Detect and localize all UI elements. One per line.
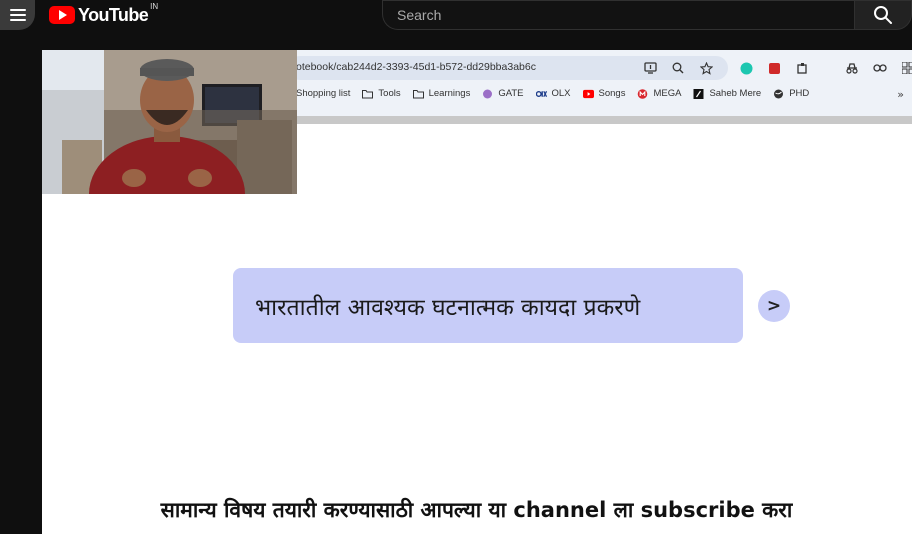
- grid-icon: [900, 60, 912, 76]
- bookmark-label: PHD: [789, 88, 810, 99]
- spy-icon: [844, 60, 860, 76]
- bookmark-learnings[interactable]: Learnings: [412, 88, 471, 99]
- bookmark-phd[interactable]: PHD: [773, 88, 809, 99]
- address-bar: otebook/cab244d2-3393-45d1-b572-dd29bba3…: [288, 56, 728, 80]
- logo-text: YouTube: [78, 4, 149, 25]
- topic-highlight-box: भारतातील आवश्यक घटनात्मक कायदा प्रकरणे: [233, 268, 743, 343]
- menu-button[interactable]: [0, 0, 35, 30]
- country-code: IN: [150, 1, 159, 11]
- youtube-icon: [582, 89, 594, 98]
- star-icon: [698, 60, 714, 76]
- bookmark-songs[interactable]: Songs: [582, 88, 626, 99]
- bookmark-tools[interactable]: Tools: [362, 88, 401, 99]
- url-text: otebook/cab244d2-3393-45d1-b572-dd29bba3…: [296, 61, 536, 73]
- bookmarks-more-button[interactable]: »: [897, 88, 904, 101]
- top-bar: YouTube IN: [0, 0, 912, 30]
- bookmark-label: Saheb Mere: [709, 88, 762, 99]
- bookmark-mega[interactable]: MEGA: [637, 88, 681, 99]
- youtube-logo[interactable]: YouTube IN: [49, 1, 159, 26]
- bookmark-label: MEGA: [653, 88, 682, 99]
- search-button[interactable]: [854, 0, 912, 30]
- zoom-icon: [670, 60, 686, 76]
- subscribe-caption-banner: सामान्य विषय तयारी करण्यासाठी आपल्या या …: [48, 486, 905, 534]
- bookmark-olx[interactable]: OLX: [535, 88, 571, 99]
- presenter-image: [42, 50, 297, 194]
- bookmark-label: Shopping list: [296, 88, 351, 99]
- folder-icon: [412, 89, 424, 98]
- search-input[interactable]: [383, 1, 854, 29]
- gate-icon: [483, 89, 493, 98]
- bookmark-label: Tools: [378, 88, 401, 99]
- caption-text: सामान्य विषय तयारी करण्यासाठी आपल्या या …: [160, 498, 793, 522]
- install-app-icon: [642, 60, 658, 76]
- bookmark-label: GATE: [498, 88, 524, 99]
- youtube-play-icon: [49, 6, 75, 24]
- video-player[interactable]: otebook/cab244d2-3393-45d1-b572-dd29bba3…: [42, 50, 912, 534]
- bookmarks-bar: Shopping list Tools Learnings GATE OLX S…: [296, 88, 809, 99]
- bookmark-label: Learnings: [428, 88, 471, 99]
- extension-teal-icon: [738, 60, 754, 76]
- webcam-overlay: [42, 50, 297, 194]
- bookmark-label: Songs: [598, 88, 626, 99]
- search-box: [382, 0, 854, 30]
- bookmark-label: OLX: [551, 88, 571, 99]
- bookmark-shopping-list[interactable]: Shopping list: [296, 88, 350, 99]
- bookmark-saheb-mere[interactable]: Saheb Mere: [693, 88, 761, 99]
- globe-icon: [774, 89, 784, 98]
- search-icon: [874, 6, 892, 24]
- olx-icon: [535, 90, 547, 97]
- extension-red-icon: [766, 60, 782, 76]
- bookmark-gate[interactable]: GATE: [482, 88, 524, 99]
- incognito-icon: [872, 60, 888, 76]
- next-arrow-button[interactable]: >: [758, 290, 790, 322]
- music-icon: [693, 88, 704, 99]
- hamburger-icon: [9, 9, 26, 21]
- extensions-puzzle-icon: [794, 60, 810, 76]
- topic-title: भारतातील आवश्यक घटनात्मक कायदा प्रकरणे: [255, 294, 641, 321]
- folder-icon: [362, 89, 374, 98]
- mega-icon: [638, 88, 648, 99]
